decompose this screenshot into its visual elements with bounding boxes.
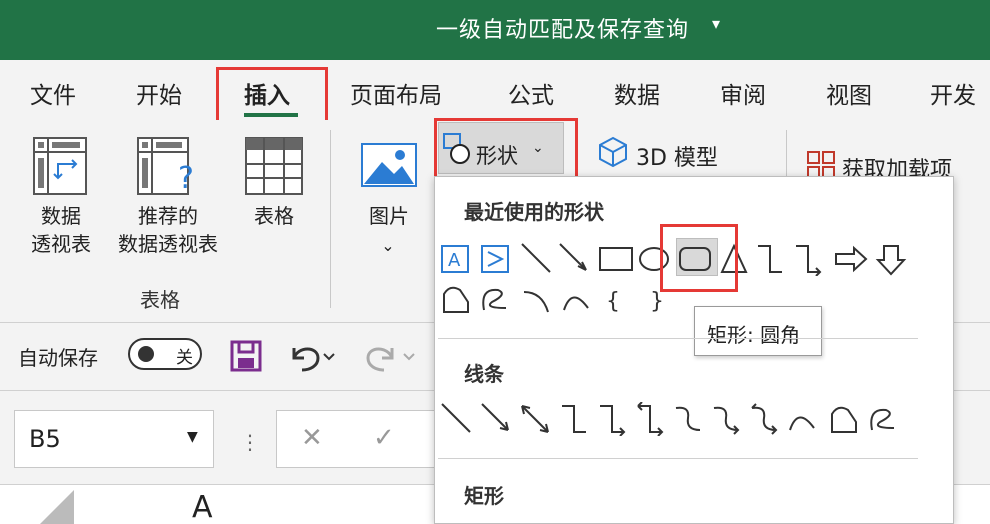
lines-row: [440, 401, 916, 440]
window-title: 一级自动匹配及保存查询: [436, 18, 690, 43]
recommended-pivot-icon: ?: [136, 136, 200, 200]
tab-home[interactable]: 开始: [136, 76, 182, 110]
pivot-table-label-2: 透视表: [31, 232, 91, 256]
undo-icon[interactable]: [288, 340, 336, 376]
menu-divider-2: [438, 458, 918, 459]
toggle-state: 关: [176, 348, 193, 368]
cube-icon: [598, 136, 628, 172]
pivot-table-label-1: 数据: [41, 204, 81, 228]
name-box-dropdown-icon[interactable]: ▼: [187, 429, 198, 445]
table-icon: [244, 136, 304, 200]
tab-formulas[interactable]: 公式: [508, 76, 554, 110]
tab-view[interactable]: 视图: [826, 76, 872, 110]
recommended-pivot-label-2: 数据透视表: [118, 232, 218, 256]
autosave-toggle[interactable]: 关: [128, 338, 202, 370]
more-options-icon[interactable]: ⋮: [240, 430, 260, 454]
svg-text:{: {: [606, 289, 620, 314]
pivot-table-button[interactable]: 数据 透视表: [22, 202, 100, 258]
ribbon-separator: [330, 130, 331, 308]
tab-file[interactable]: 文件: [30, 76, 76, 110]
select-all-icon[interactable]: [0, 488, 76, 524]
recent-shapes-title: 最近使用的形状: [464, 200, 604, 224]
tab-data[interactable]: 数据: [614, 76, 660, 110]
svg-text:}: }: [650, 289, 664, 314]
tooltip-text: 矩形: 圆角: [707, 323, 801, 347]
recommended-pivot-button[interactable]: 推荐的 数据透视表: [106, 202, 230, 258]
name-box-value: B5: [29, 425, 61, 453]
pictures-dropdown-icon[interactable]: ⌄: [376, 232, 400, 260]
cancel-icon[interactable]: ✕: [301, 423, 323, 453]
shape-tooltip: 矩形: 圆角: [694, 306, 822, 356]
pivot-table-icon: [32, 136, 88, 200]
column-header-a[interactable]: A: [192, 490, 213, 524]
table-button[interactable]: 表格: [244, 202, 304, 230]
tab-review[interactable]: 审阅: [720, 76, 766, 110]
title-dropdown-icon[interactable]: ▾: [712, 14, 720, 33]
autosave-label: 自动保存: [18, 346, 98, 370]
svg-text:?: ?: [178, 161, 194, 196]
recommended-pivot-label-1: 推荐的: [138, 204, 198, 228]
tab-page-layout[interactable]: 页面布局: [350, 76, 442, 110]
svg-text:A: A: [448, 250, 461, 271]
name-box[interactable]: B5 ▼: [14, 410, 214, 468]
pictures-icon: [360, 142, 418, 192]
save-icon[interactable]: [230, 340, 262, 376]
3d-model-button[interactable]: 3D 模型: [636, 140, 718, 172]
group-label-tables: 表格: [140, 288, 180, 312]
toggle-knob: [138, 346, 154, 362]
lines-title: 线条: [464, 362, 504, 386]
menu-divider-1: [438, 338, 918, 339]
recent-shapes-row-2: { }: [440, 282, 680, 320]
redo-icon[interactable]: [362, 340, 422, 376]
confirm-icon[interactable]: ✓: [373, 423, 395, 453]
rectangles-title: 矩形: [464, 484, 504, 508]
pictures-button[interactable]: 图片: [360, 202, 418, 230]
